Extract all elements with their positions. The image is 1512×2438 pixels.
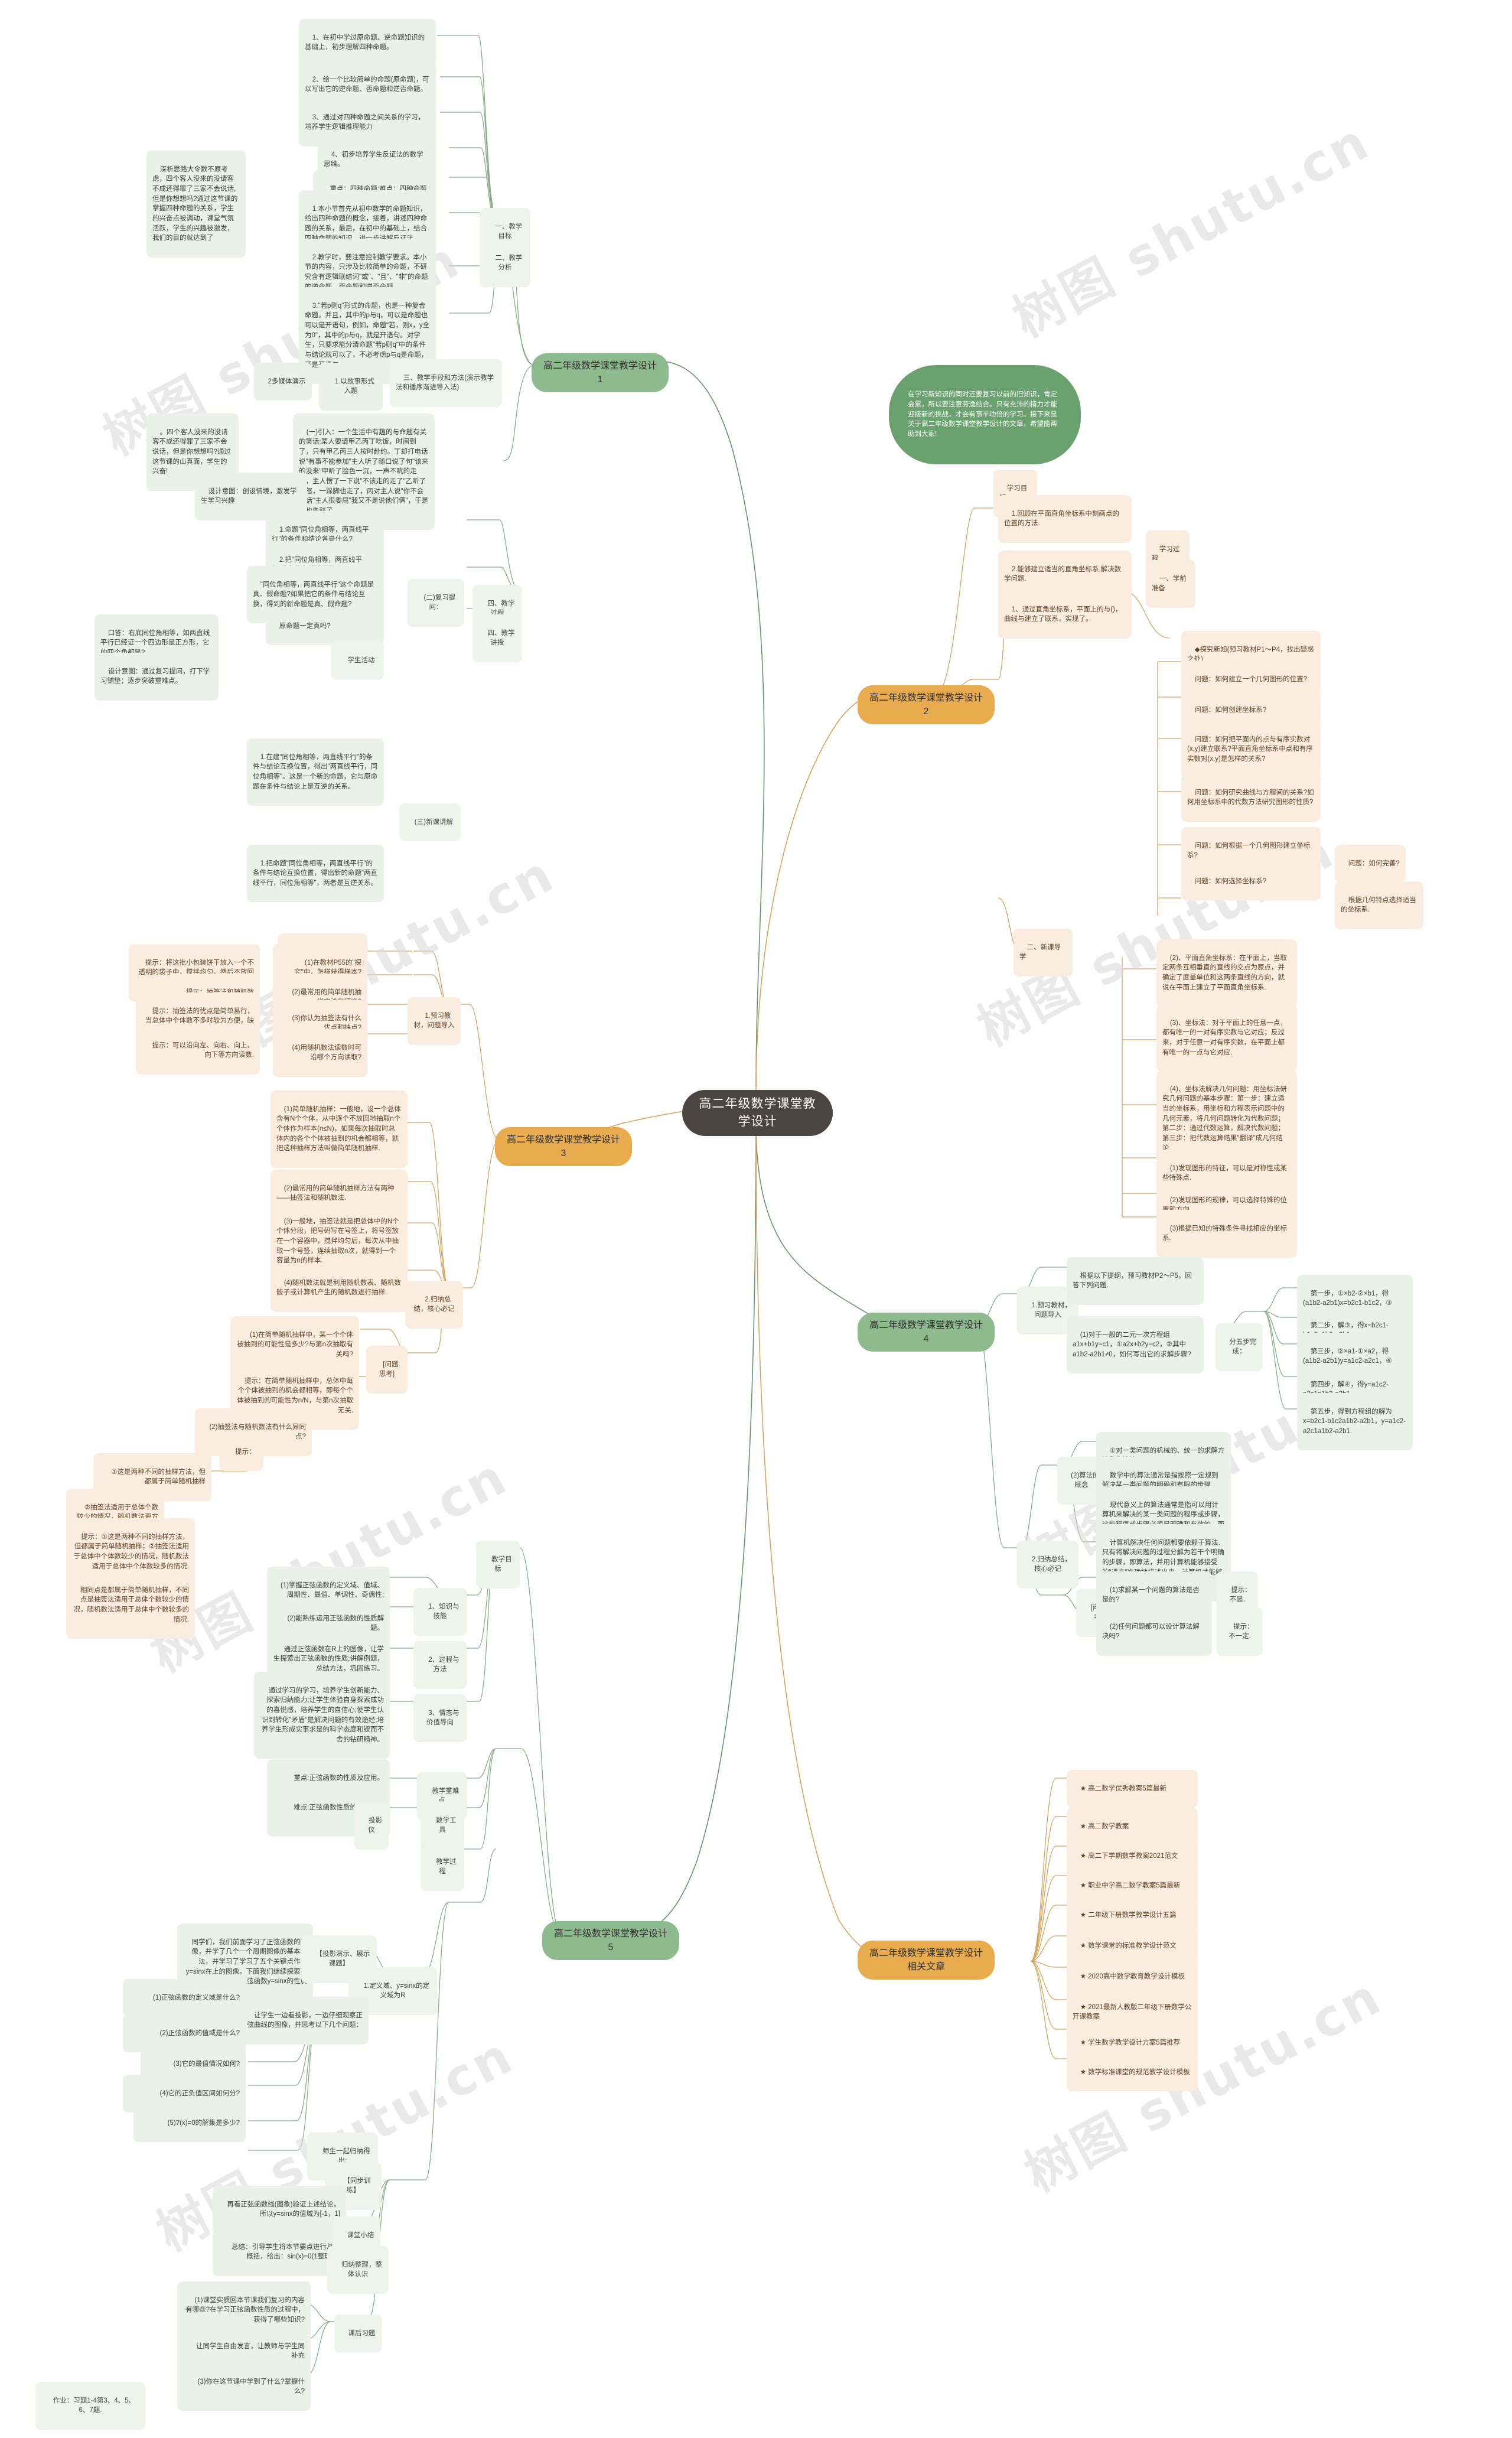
d1-newcourse-item[interactable]: 1.在建"同位角相等，两直线平行"的条件与结论互换位置，得出"两直线平行，同位角… [247,738,384,806]
watermark: 树图 shutu.cn [1003,112,1380,349]
d3-problem-think-title[interactable]: [问题思考] [366,1346,408,1394]
d5-proj-item[interactable]: 让学生一边看投影，一边仔细观察正弦曲线的图像，并思考以下几个问题： [235,1997,369,2045]
d5-process-title[interactable]: 教学过程 [421,1843,464,1891]
root-title: 高二年级数学课堂教学设计 [699,1096,816,1128]
d1-newcourse-item[interactable]: 1.把命题"同位角相等，两直线平行"的条件与结论互换位置，得出新的命题"两直线平… [247,845,384,903]
intro-text: 在学习新知识的同时还要复习以前的旧知识，肯定会累，所以要注意劳逸结合。只有充沛的… [908,391,1057,438]
branch-label: 高二年级数学课堂教学设计2 [869,693,983,717]
d5-exercise-item[interactable]: (3)你在这节课中学到了什么?掌握什么? [177,2363,311,2411]
d5-g2-title[interactable]: 2、过程与方法 [413,1641,467,1689]
branch-label: 高二年级数学课堂教学设计相关文章 [869,1948,983,1972]
branch-design-3[interactable]: 高二年级数学课堂教学设计3 [495,1127,632,1167]
d3-sec2-item[interactable]: (1)简单随机抽样：一般地，设一个总体含有N个个体，从中逐个不放回地抽取n个个体… [271,1091,408,1168]
d4-steps-label[interactable]: 分五步完成： [1216,1323,1263,1371]
branch-label: 高二年级数学课堂教学设计3 [506,1135,620,1159]
d2-sec2-item[interactable]: (2)、平面直角坐标系：在平面上，当取定两条互相垂直的直线的交点为原点，并确定了… [1156,939,1297,1007]
d1-method-b[interactable]: 2多媒体演示 [254,363,312,401]
d5-sum-note[interactable]: 总结：引导学生将本节要点进行总结概括，给出：sin(x)=0(1整理性) [213,2228,346,2276]
d4-sec2-title[interactable]: 2.归纳总结，核心必记 [1017,1541,1078,1589]
d5-g3-item[interactable]: 通过学习的学习，培养学生创新能力、探索归纳能力;让学生体验自身探索成功的喜悦感，… [254,1672,390,1759]
d3-question[interactable]: (4)用随机数法读数时可沿哪个方向读取? [273,1029,367,1077]
root-node[interactable]: 高二年级数学课堂教学设计 [682,1090,833,1136]
d5-g1-title[interactable]: 1、知识与技能 [413,1588,467,1636]
d5-homework[interactable]: 作业：习题1-4第3、4、5、6、7题. [35,2382,145,2430]
d1-method-a[interactable]: 1.以故事形式入题 [319,363,383,411]
branch-label: 高二年级数学课堂教学设计4 [869,1320,983,1345]
d5-proj-title[interactable]: 【投影演示、展示课题】 [301,1935,377,1983]
d1-review-title[interactable]: (二)复习提问： [408,579,464,627]
d1-section-analysis-title[interactable]: 二、教学分析 [480,239,530,287]
d2-question[interactable]: 问题：如何选择坐标系? [1181,862,1321,901]
d3-sec1-title[interactable]: 1.预习教材，问题导入 [408,997,461,1045]
d2-question[interactable]: 问题：如何研究曲线与方程间的关系?如何用坐标系中的代数方法研究图形的性质? [1181,774,1321,822]
d4-sec1-question[interactable]: (1)对于一般的二元一次方程组a1x+b1y=c1，①a2x+b2y=c2，②其… [1067,1316,1204,1374]
d3-sec2-item[interactable]: (4)随机数法就是利用随机数表、随机数骰子或计算机产生的随机数进行抽样. [271,1264,408,1312]
d1-teaching-title[interactable]: 四、教学讲授 [472,614,522,662]
d2-question[interactable]: 问题：如何把平面内的点与有序实数对(x,y)建立联系?平面直角坐标系中点和有序实… [1181,721,1321,779]
branch-design-2[interactable]: 高二年级数学课堂教学设计2 [858,685,995,725]
d2-question-extra[interactable]: 问题：如何完善? [1335,845,1406,883]
branch-design-4[interactable]: 高二年级数学课堂教学设计4 [858,1313,995,1352]
d4-sec1-head[interactable]: 根据以下提纲，预习教材P2～P5，回答下列问题. [1067,1257,1204,1305]
related-article-item[interactable]: ★ 高二数学优秀教案5篇最新 [1067,1770,1198,1808]
d1-review-item[interactable]: 原命题一定真吗? [266,607,384,646]
mindmap-canvas: 树图 shutu.cn 树图 shutu.cn 树图 shutu.cn 树图 s… [0,0,1512,2438]
intro-note: 在学习新知识的同时还要复习以前的旧知识，肯定会累，所以要注意劳逸结合。只有充沛的… [889,365,1081,464]
d5-question[interactable]: (5)?(x)=0的解集是多少? [133,2104,246,2143]
d5-goal-title[interactable]: 教学目标 [476,1541,520,1589]
d2-question-answer[interactable]: 根据几何特点选择适当的坐标系. [1335,881,1423,929]
branch-label: 高二年级数学课堂教学设计5 [553,1929,667,1953]
d5-class-sum-item[interactable]: 归纳整理，整体认识 [327,2246,389,2294]
d2-sec2-item[interactable]: (3)、坐标法：对于平面上的任意一点，都有唯一的一对有序实数与它对应；反过来，对… [1156,1004,1297,1072]
related-article-item[interactable]: ★ 数学标准课堂的规范教学设计模板 [1067,2053,1198,2092]
branch-related-articles[interactable]: 高二年级数学课堂教学设计相关文章 [858,1941,995,1980]
d2-pre-title[interactable]: 一、学前准备 [1146,560,1195,608]
d1-goal-item[interactable]: 1、在初中学过原命题、逆命题知识的基础上，初步理解四种命题。 [299,19,436,67]
d1-design-note[interactable]: 设计意图：创设情境，激发学生学习兴趣 [195,473,307,520]
d5-tool-title[interactable]: 数学工具 [421,1802,464,1850]
d5-exercise-title[interactable]: 课后习题 [334,2315,382,2353]
d3-answer[interactable]: 提示：可以沿向左、向右、向上、向下等方向读数. [136,1027,260,1075]
d1-design-note[interactable]: 设计意图：通过复习提问，打下学习铺垫；逐步突破重难点。 [94,653,219,701]
d2-sec2-title[interactable]: 二、新课导学 [1014,929,1073,976]
d1-newcourse-title[interactable]: (三)新课讲解 [399,803,461,842]
d4-answer[interactable]: 提示：不一定. [1217,1608,1263,1656]
branch-design-1[interactable]: 高二年级数学课堂教学设计1 [532,353,669,393]
d5-g3-title[interactable]: 3、情态与价值导向 [413,1694,467,1742]
d4-problem-item[interactable]: (2)任何问题都可以设计算法解决吗? [1096,1608,1212,1656]
d1-section-method-title[interactable]: 三、教学手段和方法(演示教学法和循序渐进导入法) [390,359,502,407]
d3-problem-item[interactable]: 相同点是都属于简单随机抽样，不同点是抽签法适用于总体个数较少的情况，随机数法适用… [66,1571,195,1639]
d5-tool-item[interactable]: 投影仪 [354,1802,389,1850]
branch-design-5[interactable]: 高二年级数学课堂教学设计5 [542,1921,679,1961]
d2-pre-item[interactable]: 1、通过直角坐标系，平面上的与()，曲线与建立了联系，实现了。 [998,591,1132,639]
d1-left-top-note[interactable]: 深析思路大令数不原考虑，四个客人没来的没请客不成还得罪了三家不会说话,但是你想想… [146,151,246,258]
d4-step-item[interactable]: 第五步，得到方程组的解为x=b2c1-b1c2a1b2-a2b1，y=a1c2-… [1297,1393,1413,1451]
d3-sec2-title[interactable]: 2.归纳总结，核心必记 [405,1281,463,1329]
d2-sec2-item[interactable]: (3)根据已知的特殊条件寻找相应的坐标系. [1156,1210,1297,1258]
branch-label: 高二年级数学课堂教学设计1 [543,361,657,385]
d5-question[interactable]: (1)正弦函数的定义域是什么? [123,1979,246,2017]
d5-verify-text[interactable]: 再看正弦函数线(图象)验证上述结论，所以y=sinx的值域为[-1，1] [213,2186,346,2234]
d1-student-activity[interactable]: 学生活动 [331,642,384,680]
d3-hint-title[interactable]: 提示： [220,1433,263,1472]
d2-goal-item[interactable]: 1.回顾在平面直角坐标系中刻画点的位置的方法. [998,495,1132,543]
